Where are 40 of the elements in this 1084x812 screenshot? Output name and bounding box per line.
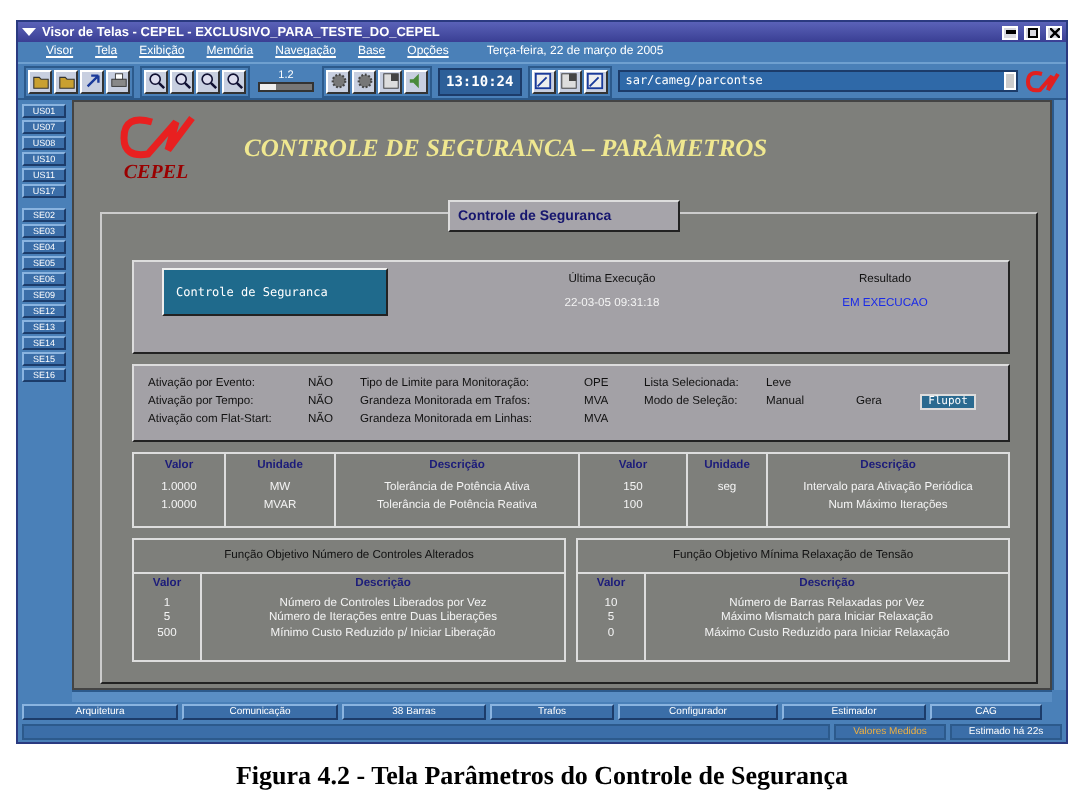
maximize-icon (1027, 27, 1037, 37)
toolbar-button[interactable] (54, 69, 78, 93)
minimize-button[interactable] (1002, 25, 1018, 39)
toolbar-button[interactable] (378, 69, 402, 93)
logo-icon (116, 114, 196, 162)
close-button[interactable] (1046, 25, 1062, 39)
magnifier-icon (225, 72, 243, 90)
toolbar-button[interactable] (531, 69, 556, 93)
toolbar-button[interactable] (352, 69, 376, 93)
toolbar-button[interactable] (404, 69, 428, 93)
toolbar-button[interactable] (583, 69, 608, 93)
window-icon (534, 72, 553, 90)
printer-icon (109, 72, 127, 90)
toolbar-button[interactable] (80, 69, 104, 93)
window-icon (586, 72, 605, 90)
screen-title: CONTROLE DE SEGURANCA – PARÂMETROS (244, 134, 768, 164)
logo-text: CEPEL (123, 162, 189, 184)
chevron-icon[interactable] (22, 26, 36, 38)
speaker-icon (407, 72, 425, 90)
figure-caption: Figura 4.2 - Tela Parâmetros do Controle de Segurança (235, 760, 849, 792)
minimize-icon (1005, 30, 1015, 34)
toolbar-button[interactable] (28, 69, 52, 93)
toolbar-button[interactable] (557, 69, 582, 93)
magnifier-icon (173, 72, 191, 90)
logo-icon (1024, 69, 1060, 93)
magnifier-icon (147, 72, 165, 90)
slider-thumb[interactable] (260, 84, 276, 90)
toolbar-button[interactable] (144, 69, 168, 93)
maximize-button[interactable] (1024, 25, 1040, 39)
magnifier-icon (199, 72, 217, 90)
toolbar-button[interactable] (106, 69, 130, 93)
horizontal-scrollbar[interactable] (72, 690, 1052, 702)
toolbar-button[interactable] (326, 69, 350, 93)
zoom-slider[interactable] (258, 82, 314, 92)
close-icon (1049, 27, 1059, 37)
vertical-scrollbar[interactable] (1052, 100, 1066, 690)
toolbar-button[interactable] (222, 69, 246, 93)
toolbar-button[interactable] (196, 69, 220, 93)
toolbar-button[interactable] (170, 69, 194, 93)
arrow-icon (83, 72, 101, 90)
